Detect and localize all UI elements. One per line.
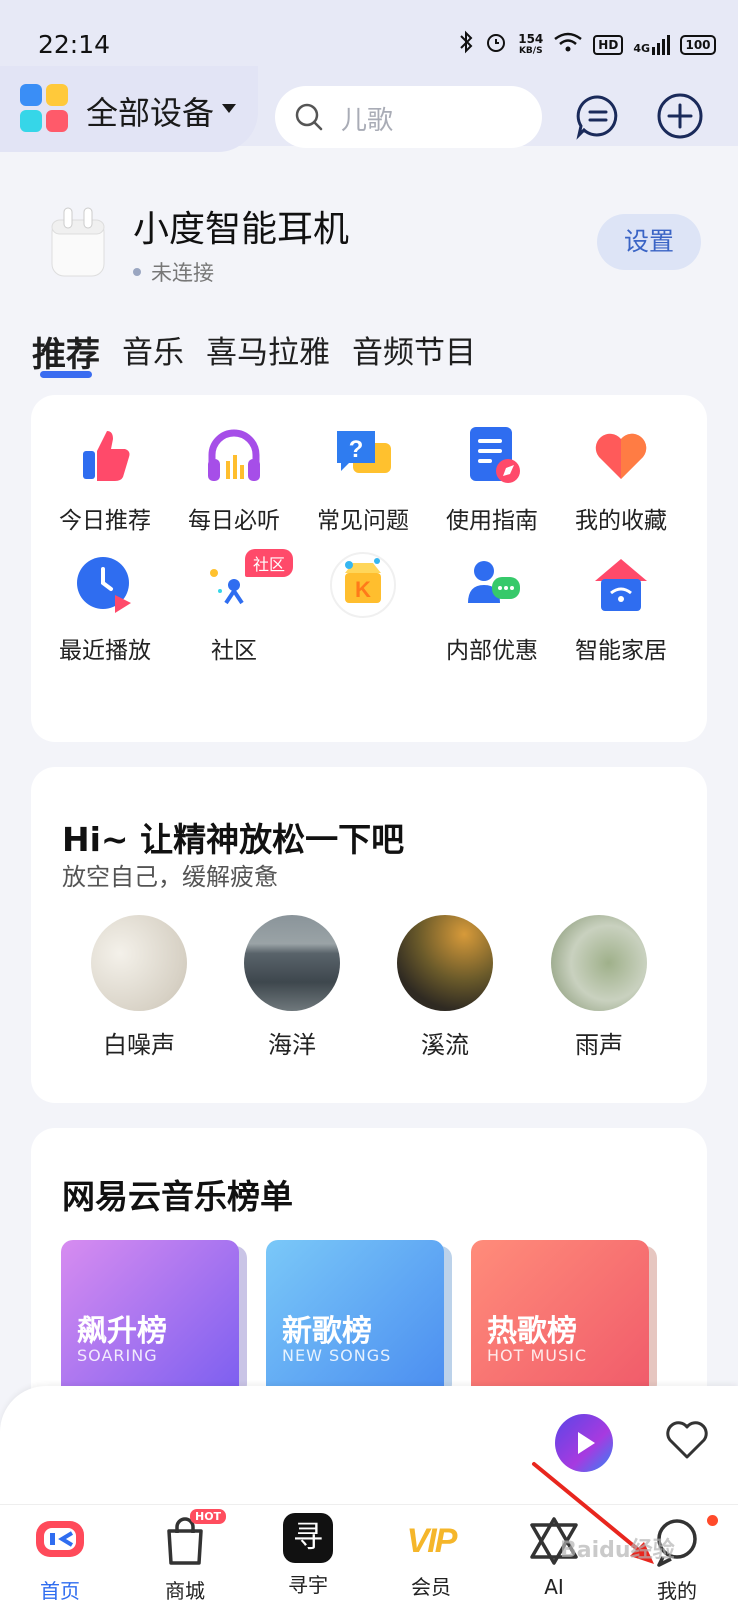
wifi-icon bbox=[553, 31, 583, 58]
device-title: 小度智能耳机 bbox=[133, 209, 350, 250]
signal-icon: 4G bbox=[633, 34, 670, 55]
rank-soaring[interactable]: 飙升榜 SOARING bbox=[61, 1240, 239, 1400]
watermark: Baidu经验 bbox=[560, 1538, 675, 1563]
home-icon bbox=[36, 1521, 84, 1557]
shortcut-kuwo[interactable]: K bbox=[298, 552, 428, 635]
status-bar: 22:14 154 KB/S HD 4G 100 bbox=[0, 0, 738, 66]
tab-recommend[interactable]: 推荐 bbox=[32, 327, 100, 378]
recent-play-icon bbox=[77, 557, 131, 613]
svg-text:K: K bbox=[355, 577, 371, 602]
music-charts-card: 网易云音乐榜单 飙升榜 SOARING 新歌榜 NEW SONGS 热歌榜 HO… bbox=[31, 1128, 707, 1428]
relax-subtitle: 放空自己，缓解疲惫 bbox=[62, 863, 278, 891]
heart-icon bbox=[595, 433, 647, 479]
search-icon bbox=[295, 103, 323, 131]
favorite-heart-icon[interactable] bbox=[665, 1421, 709, 1461]
relax-card: Hi~ 让精神放松一下吧 放空自己，缓解疲惫 白噪声 海洋 溪流 雨声 bbox=[31, 767, 707, 1103]
community-badge: 社区 bbox=[245, 549, 294, 577]
battery-indicator: 100 bbox=[680, 34, 716, 55]
search-placeholder: 儿歌 bbox=[341, 106, 394, 136]
thumbs-up-icon bbox=[83, 431, 130, 481]
tab-audio-programs[interactable]: 音频节目 bbox=[352, 327, 476, 376]
nav-home[interactable]: 首页 bbox=[15, 1513, 105, 1600]
rank-new-songs[interactable]: 新歌榜 NEW SONGS bbox=[266, 1240, 444, 1400]
shortcut-my-favorites[interactable]: 我的收藏 bbox=[556, 425, 686, 535]
relax-title: Hi~ 让精神放松一下吧 bbox=[62, 820, 405, 859]
ocean-thumbnail bbox=[244, 915, 340, 1011]
tab-himalaya[interactable]: 喜马拉雅 bbox=[206, 327, 330, 376]
content-tabs: 推荐 音乐 喜马拉雅 音频节目 bbox=[32, 327, 476, 378]
music-charts-title: 网易云音乐榜单 bbox=[62, 1177, 293, 1216]
chevron-down-icon[interactable] bbox=[222, 104, 236, 113]
shortcut-recent-play[interactable]: 最近播放 bbox=[40, 555, 170, 665]
sound-ocean[interactable]: 海洋 bbox=[242, 915, 342, 1060]
nav-xunyu[interactable]: 寻 寻宇 bbox=[263, 1513, 353, 1598]
search-input[interactable]: 儿歌 bbox=[275, 86, 542, 148]
headphones-icon bbox=[208, 429, 260, 481]
bluetooth-icon bbox=[458, 30, 474, 59]
notification-dot bbox=[707, 1515, 718, 1526]
hd-badge: HD bbox=[593, 34, 624, 55]
shortcut-internal-offers[interactable]: 内部优惠 bbox=[427, 555, 557, 665]
shortcut-today-recommend[interactable]: 今日推荐 bbox=[40, 425, 170, 535]
xunyu-icon: 寻 bbox=[283, 1513, 333, 1563]
add-icon[interactable] bbox=[656, 92, 704, 140]
shortcut-user-guide[interactable]: 使用指南 bbox=[427, 425, 557, 535]
white-noise-thumbnail bbox=[91, 915, 187, 1011]
rain-thumbnail bbox=[551, 915, 647, 1011]
sound-rain[interactable]: 雨声 bbox=[549, 915, 649, 1060]
shortcut-community[interactable]: 社区 社区 bbox=[169, 549, 299, 665]
kuwo-k-icon: K bbox=[330, 552, 396, 618]
net-speed: 154 KB/S bbox=[518, 31, 544, 56]
status-icons: 154 KB/S HD 4G 100 bbox=[458, 30, 716, 59]
svg-text:?: ? bbox=[349, 436, 364, 463]
sound-stream[interactable]: 溪流 bbox=[395, 915, 495, 1060]
question-bubble-icon: ? bbox=[337, 431, 391, 473]
shortcut-grid-card: 今日推荐 每日必听 ? 常见问题 使用指南 我的收藏 最近播放 社区 社区 K … bbox=[31, 395, 707, 742]
vip-icon: VIP bbox=[406, 1522, 458, 1560]
shortcut-daily-must-listen[interactable]: 每日必听 bbox=[169, 425, 299, 535]
hot-badge: HOT bbox=[190, 1509, 227, 1524]
guide-icon bbox=[470, 427, 520, 483]
status-time: 22:14 bbox=[38, 30, 111, 59]
stream-thumbnail bbox=[397, 915, 493, 1011]
tab-music[interactable]: 音乐 bbox=[122, 327, 184, 376]
earbuds-image bbox=[51, 207, 105, 277]
sound-white-noise[interactable]: 白噪声 bbox=[89, 915, 189, 1060]
alarm-icon bbox=[484, 30, 508, 59]
device-connection-status: 未连接 bbox=[133, 257, 214, 287]
message-icon[interactable] bbox=[574, 92, 622, 140]
smart-home-icon bbox=[595, 559, 647, 611]
device-selector-label[interactable]: 全部设备 bbox=[86, 88, 214, 134]
status-dot bbox=[133, 268, 141, 276]
nav-shop[interactable]: HOT 商城 bbox=[140, 1509, 230, 1600]
chat-user-icon bbox=[468, 561, 520, 603]
device-settings-button[interactable]: 设置 bbox=[597, 214, 701, 270]
rank-hot-music[interactable]: 热歌榜 HOT MUSIC bbox=[471, 1240, 649, 1400]
shortcut-smart-home[interactable]: 智能家居 bbox=[556, 555, 686, 665]
nav-vip[interactable]: VIP 会员 bbox=[386, 1513, 476, 1600]
shortcut-faq[interactable]: ? 常见问题 bbox=[298, 425, 428, 535]
app-logo-icon bbox=[20, 84, 68, 132]
